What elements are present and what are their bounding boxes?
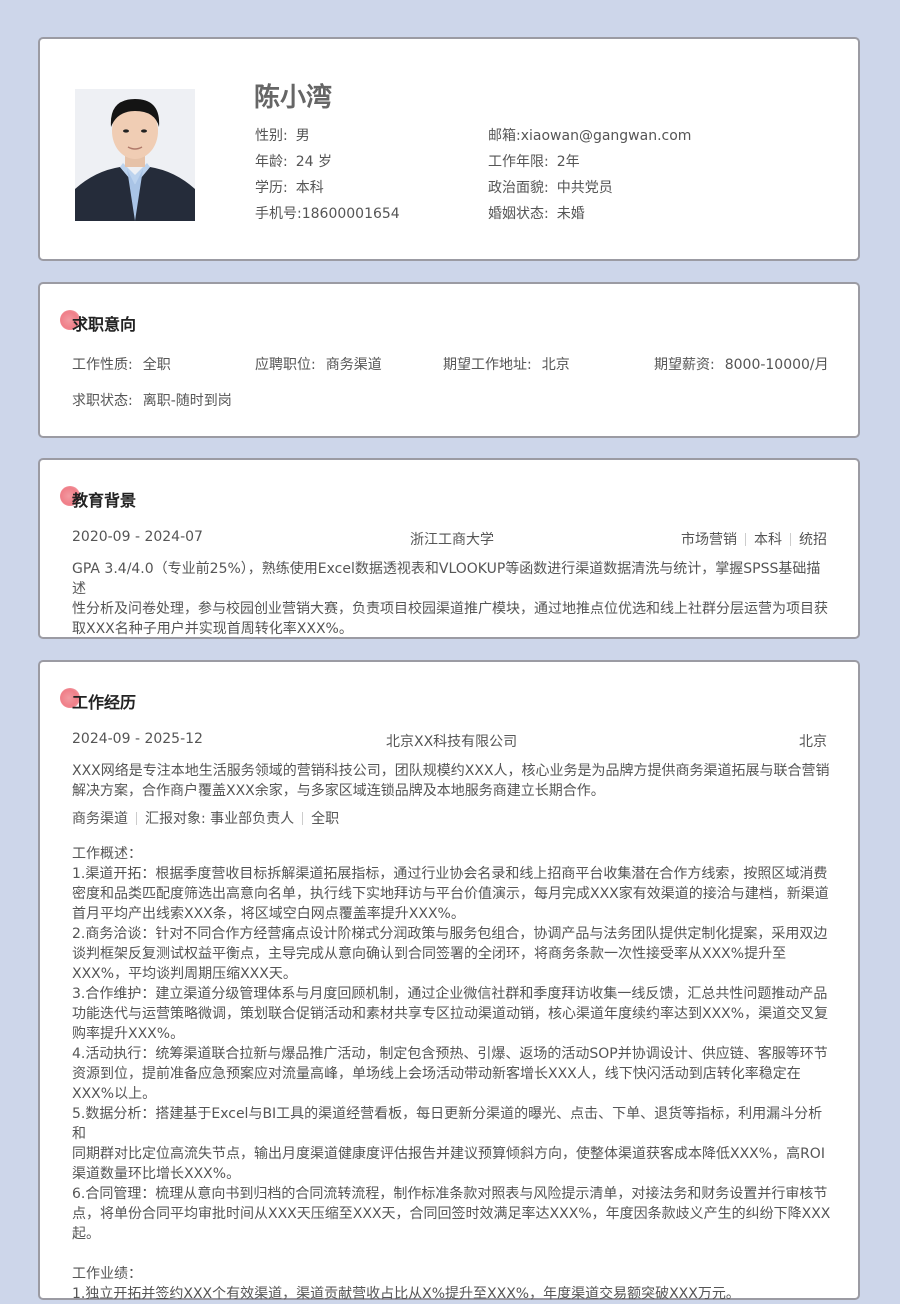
detail-line: 同期群对比定位高流失节点，输出月度渠道健康度评估报告并建议预算倾斜方向，使整体渠…	[72, 1146, 825, 1162]
candidate-name: 陈小湾	[254, 83, 333, 113]
avatar	[75, 89, 195, 221]
edu-description: GPA 3.4/4.0（专业前25%），熟练使用Excel数据透视表和VLOOK…	[72, 559, 832, 639]
phone-field: 手机号:18600001654	[255, 203, 400, 223]
detail-line: 起。	[72, 1226, 100, 1242]
detail-line: XXX%，平均谈判周期压缩XXX天。	[72, 966, 297, 982]
detail-line: 1.渠道开拓：根据季度营收目标拆解渠道拓展指标，通过行业协会名录和线上招商平台收…	[72, 866, 828, 882]
gender-value: 男	[295, 128, 310, 144]
age-field: 年龄: 24 岁	[255, 151, 332, 171]
job-nature-value: 全职	[142, 357, 171, 373]
location-label: 期望工作地址:	[443, 357, 532, 373]
edu-period: 2020-09 - 2024-07	[72, 529, 203, 545]
detail-line: 密度和品类匹配度筛选出高意向名单，执行线下实地拜访与平台价值演示，每月完成XXX…	[72, 886, 829, 902]
email-value: xiaowan@gangwan.com	[520, 128, 692, 144]
political-field: 政治面貌: 中共党员	[488, 177, 613, 197]
edu-line: GPA 3.4/4.0（专业前25%），熟练使用Excel数据透视表和VLOOK…	[72, 561, 821, 597]
detail-line: XXX%以上。	[72, 1086, 157, 1102]
position-label: 应聘职位:	[255, 357, 316, 373]
age-value: 24 岁	[295, 154, 332, 170]
detail-line: 6.合同管理：梳理从意向书到归档的合同流转流程，制作标准条款对照表与风险提示清单…	[72, 1186, 828, 1202]
tag-divider	[302, 812, 304, 825]
achievement-line: 1.独立开拓并签约XXX个有效渠道，渠道贡献营收占比从X%提升至XXX%，年度渠…	[72, 1286, 740, 1302]
edu-school: 浙江工商大学	[410, 532, 494, 548]
salary-value: 8000-10000/月	[724, 357, 829, 373]
marital-value: 未婚	[556, 206, 585, 222]
education-field: 学历: 本科	[255, 177, 324, 197]
detail-line: 首月平均产出线索XXX条，将区域空白网点覆盖率提升XXX%。	[72, 906, 465, 922]
work-type-tag: 全职	[311, 811, 340, 827]
job-intent-card: 求职意向 工作性质: 全职 应聘职位: 商务渠道 期望工作地址: 北京 期望薪资: 80…	[38, 282, 860, 438]
work-report-tag: 汇报对象: 事业部负责人	[145, 811, 295, 827]
avatar-photo	[75, 89, 195, 221]
work-period: 2024-09 - 2025-12	[72, 731, 203, 747]
marital-label: 婚姻状态:	[488, 206, 549, 222]
detail-line: 3.合作维护：建立渠道分级管理体系与月度回顾机制，通过企业微信社群和季度拜访收集…	[72, 986, 828, 1002]
work-city: 北京	[799, 734, 827, 750]
intro-line: XXX网络是专注本地生活服务领域的营销科技公司，团队规模约XXX人，核心业务是为…	[72, 763, 830, 779]
achievement-title: 工作业绩：	[72, 1266, 142, 1282]
job-nature-label: 工作性质:	[72, 357, 133, 373]
work-card: 工作经历 2024-09 - 2025-12 北京XX科技有限公司 北京 XXX…	[38, 660, 860, 1302]
education-label: 学历:	[255, 180, 288, 196]
years-field: 工作年限: 2年	[488, 151, 580, 171]
section-title-education: 教育背景	[72, 491, 137, 510]
edu-degree: 本科	[754, 532, 782, 548]
tag-divider	[745, 533, 746, 546]
job-status-field: 求职状态: 离职-随时到岗	[72, 390, 232, 410]
location-value: 北京	[541, 357, 570, 373]
edu-mode: 统招	[799, 532, 827, 548]
email-field: 邮箱:xiaowan@gangwan.com	[488, 125, 691, 145]
detail-line: 4.活动执行：统筹渠道联合拉新与爆品推广活动，制定包含预热、引爆、返场的活动SO…	[72, 1046, 828, 1062]
education-value: 本科	[295, 180, 324, 196]
profile-card: 陈小湾 性别: 男 年龄: 24 岁 学历: 本科 手机号:18600001654 邮…	[38, 37, 860, 261]
job-status-value: 离职-随时到岗	[142, 393, 232, 409]
job-nature-field: 工作性质: 全职	[72, 354, 171, 374]
section-title-intent: 求职意向	[72, 315, 137, 334]
detail-line: 功能迭代与运营策略微调，策划联合促销活动和素材共享专区拉动渠道动销，核心渠道年度…	[72, 1006, 829, 1022]
job-status-label: 求职状态:	[72, 393, 133, 409]
phone-label: 手机号:	[255, 206, 302, 222]
gender-field: 性别: 男	[255, 125, 310, 145]
edu-line: 取XXX名种子用户并实现首周转化率XXX%。	[72, 621, 353, 637]
position-field: 应聘职位: 商务渠道	[255, 354, 382, 374]
location-field: 期望工作地址: 北京	[443, 354, 570, 374]
salary-label: 期望薪资:	[654, 357, 715, 373]
detail-line: 渠道数量环比增长XXX%。	[72, 1166, 241, 1182]
years-value: 2年	[556, 154, 580, 170]
detail-line: 5.数据分析：搭建基于Excel与BI工具的渠道经营看板，每日更新分渠道的曝光、…	[72, 1106, 823, 1142]
age-label: 年龄:	[255, 154, 288, 170]
intro-line: 解决方案，合作商户覆盖XXX余家，与多家区域连锁品牌及本地服务商建立长期合作。	[72, 783, 605, 799]
education-card: 教育背景 2020-09 - 2024-07 浙江工商大学 市场营销 本科 统招 G…	[38, 458, 860, 639]
marital-field: 婚姻状态: 未婚	[488, 203, 585, 223]
edu-line: 性分析及问卷处理，参与校园创业营销大赛，负责项目校园渠道推广模块，通过地推点位优…	[72, 601, 828, 617]
company-intro: XXX网络是专注本地生活服务领域的营销科技公司，团队规模约XXX人，核心业务是为…	[72, 761, 832, 801]
detail-line: 购率提升XXX%。	[72, 1026, 185, 1042]
phone-value: 18600001654	[301, 206, 400, 222]
salary-field: 期望薪资: 8000-10000/月	[654, 354, 829, 374]
tag-divider	[790, 533, 791, 546]
edu-major: 市场营销	[681, 532, 737, 548]
edu-tags: 市场营销 本科 统招	[681, 529, 827, 549]
email-label: 邮箱:	[488, 128, 521, 144]
tag-divider	[136, 812, 137, 825]
position-value: 商务渠道	[325, 357, 382, 373]
work-role-tag: 商务渠道	[72, 811, 128, 827]
section-title-work: 工作经历	[72, 693, 137, 712]
overview-title: 工作概述：	[72, 846, 142, 862]
work-company: 北京XX科技有限公司	[386, 734, 518, 750]
political-label: 政治面貌:	[488, 180, 549, 196]
detail-line: 谈判框架反复测试权益平衡点，主导完成从意向确认到合同签署的全闭环，将商务条款一次…	[72, 946, 787, 962]
detail-line: 资源到位，提前准备应急预案应对流量高峰，单场线上会场活动带动新客增长XXX人，线…	[72, 1066, 801, 1082]
detail-line: 2.商务洽谈：针对不同合作方经营痛点设计阶梯式分润政策与服务包组合，协调产品与法…	[72, 926, 828, 942]
gender-label: 性别:	[255, 128, 288, 144]
work-tags: 商务渠道 汇报对象: 事业部负责人 全职	[72, 808, 339, 828]
work-overview: 工作概述： 1.渠道开拓：根据季度营收目标拆解渠道拓展指标，通过行业协会名录和线…	[72, 844, 832, 1304]
political-value: 中共党员	[556, 180, 613, 196]
years-label: 工作年限:	[488, 154, 549, 170]
detail-line: 点，将单份合同平均审批时间从XXX天压缩至XXX天，合同回签时效满足率达XXX%…	[72, 1206, 831, 1222]
